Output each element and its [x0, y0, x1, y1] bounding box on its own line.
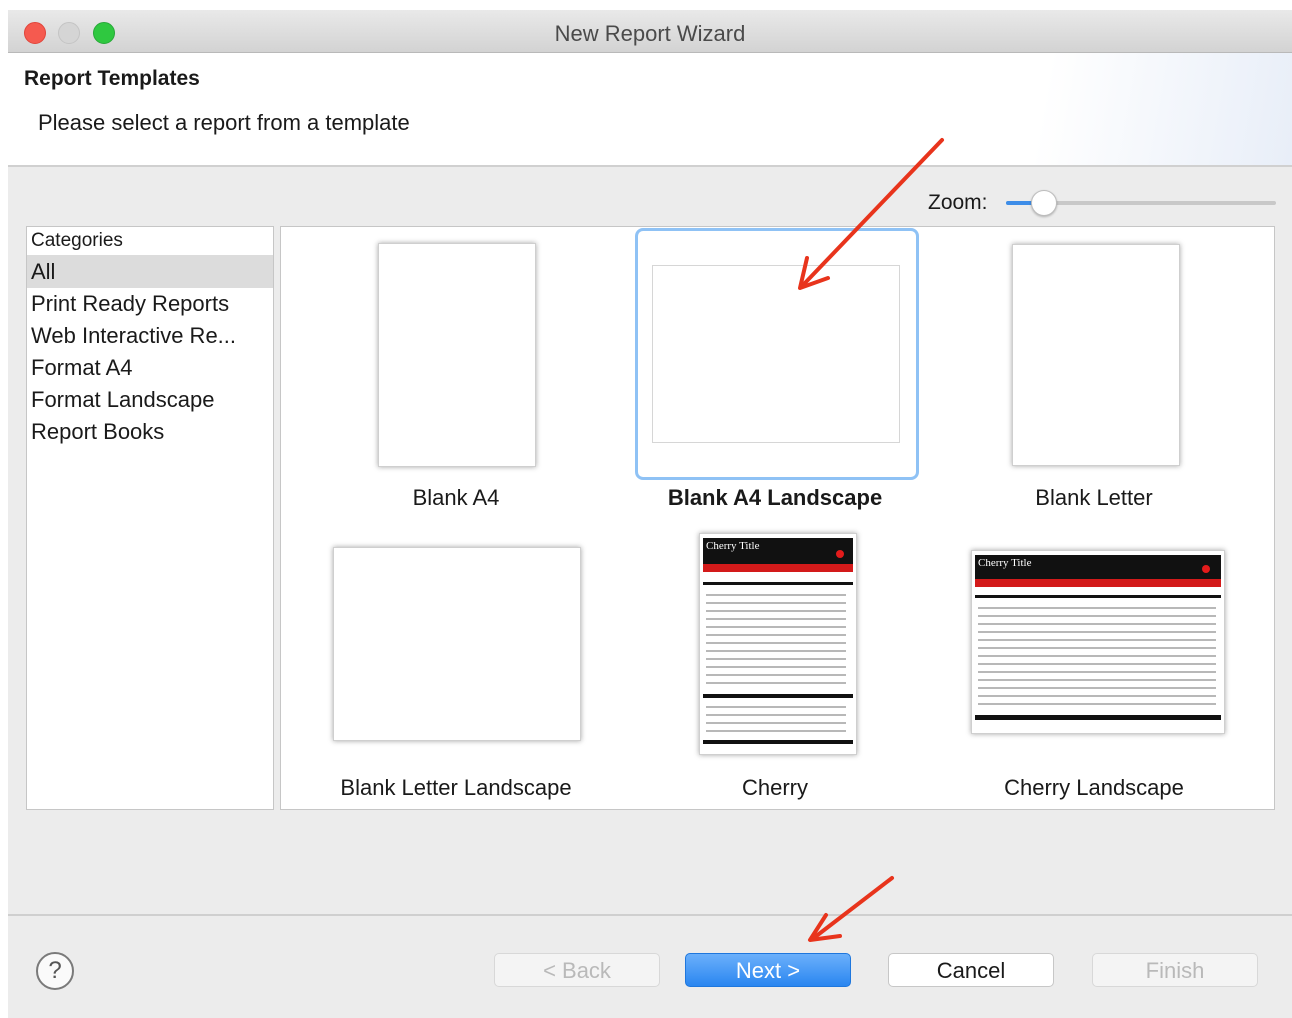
annotation-arrows [798, 138, 944, 942]
annotation-arrow-to-next [808, 876, 894, 942]
annotation-arrow-to-template [798, 138, 944, 290]
